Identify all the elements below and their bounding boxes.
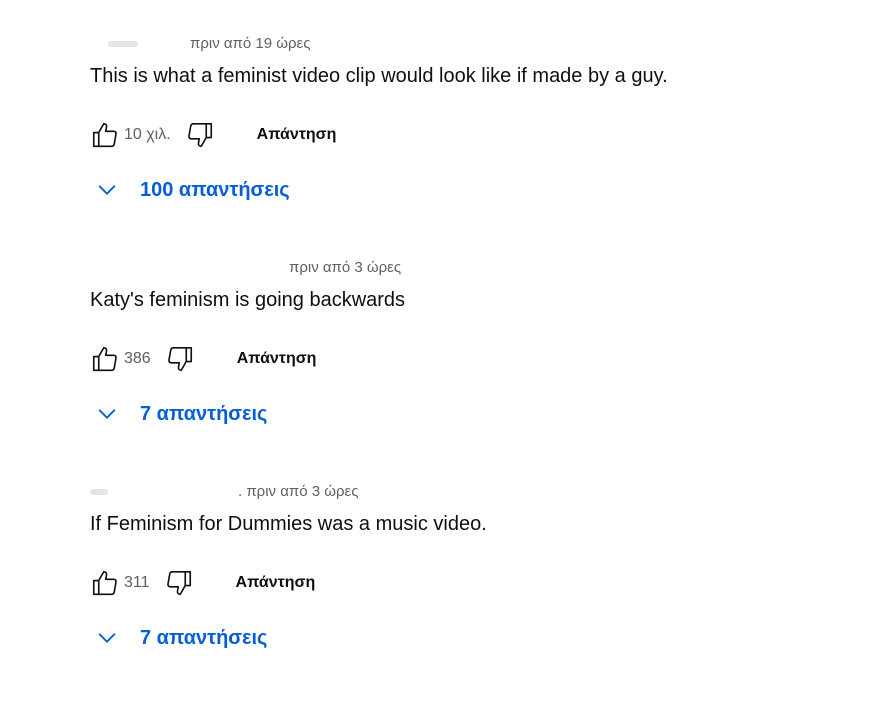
- dislike-button[interactable]: [183, 118, 217, 152]
- thumbs-up-icon: [92, 570, 117, 596]
- reply-button[interactable]: Απάντηση: [237, 350, 317, 368]
- dislike-button[interactable]: [162, 566, 196, 600]
- like-count: 311: [124, 574, 150, 591]
- view-replies-button[interactable]: 100 απαντήσεις: [96, 175, 290, 205]
- author-name-redacted: [90, 489, 108, 496]
- like-count: 10 χιλ.: [124, 126, 171, 143]
- reply-button[interactable]: Απάντηση: [236, 574, 316, 592]
- thumbs-up-icon: [92, 346, 117, 372]
- comment-actions: 311 Απάντηση: [88, 566, 315, 600]
- like-button[interactable]: [88, 118, 122, 152]
- comment-actions: 10 χιλ. Απάντηση: [88, 118, 336, 152]
- replies-count-label: 100 απαντήσεις: [140, 178, 290, 201]
- like-button[interactable]: [88, 342, 122, 376]
- comment-header: . πριν από 3 ώρες: [90, 483, 358, 503]
- replies-count-label: 7 απαντήσεις: [140, 402, 268, 425]
- comment-text: Katy's feminism is going backwards: [90, 289, 406, 311]
- like-button[interactable]: [88, 566, 122, 600]
- dislike-button[interactable]: [163, 342, 197, 376]
- comment-header: πριν από 3 ώρες: [289, 259, 401, 279]
- author-name-redacted: [108, 41, 138, 48]
- like-count: 386: [124, 350, 151, 367]
- comment-timestamp[interactable]: πριν από 19 ώρες: [190, 35, 310, 52]
- thumbs-down-icon: [187, 122, 212, 148]
- thumbs-up-icon: [92, 122, 117, 148]
- chevron-down-icon: [98, 185, 116, 195]
- comment-text: If Feminism for Dummies was a music vide…: [90, 513, 487, 535]
- comment-thread: πριν από 3 ώρες Katy's feminism is going…: [0, 259, 880, 484]
- thumbs-down-icon: [166, 570, 191, 596]
- thumbs-down-icon: [167, 346, 192, 372]
- chevron-down-icon: [98, 633, 116, 643]
- comment-timestamp[interactable]: πριν από 3 ώρες: [289, 259, 401, 276]
- comment-thread: πριν από 19 ώρες This is what a feminist…: [0, 35, 880, 260]
- reply-button[interactable]: Απάντηση: [257, 126, 337, 144]
- replies-count-label: 7 απαντήσεις: [140, 626, 268, 649]
- comment-thread: . πριν από 3 ώρες If Feminism for Dummie…: [0, 483, 880, 708]
- comment-timestamp[interactable]: . πριν από 3 ώρες: [238, 483, 358, 500]
- comment-text: This is what a feminist video clip would…: [90, 65, 668, 87]
- view-replies-button[interactable]: 7 απαντήσεις: [96, 399, 267, 429]
- comment-actions: 386 Απάντηση: [88, 342, 316, 376]
- view-replies-button[interactable]: 7 απαντήσεις: [96, 623, 267, 653]
- comment-header: πριν από 19 ώρες: [108, 35, 310, 55]
- chevron-down-icon: [98, 409, 116, 419]
